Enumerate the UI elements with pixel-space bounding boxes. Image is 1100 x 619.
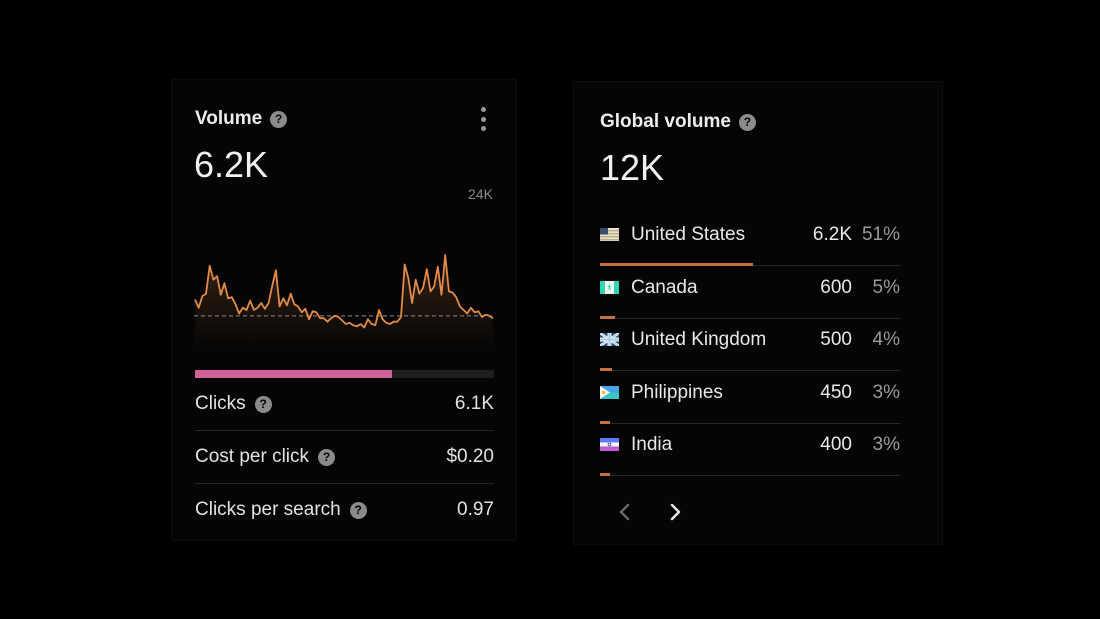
volume-card: Volume ? 6.2K 24K Clicks ? 6.1K Cost per… bbox=[172, 80, 516, 540]
help-icon[interactable]: ? bbox=[738, 113, 756, 131]
next-page-button[interactable] bbox=[660, 497, 690, 527]
gb-flag-icon bbox=[600, 333, 619, 346]
metric-value: 6.1K bbox=[454, 393, 494, 414]
in-flag-icon bbox=[600, 438, 619, 451]
clicks-share-fill bbox=[195, 370, 393, 378]
country-volume: 6.2K bbox=[812, 224, 852, 245]
metric-value: $0.20 bbox=[446, 446, 494, 467]
help-icon[interactable]: ? bbox=[318, 448, 336, 466]
metric-row-clicks: Clicks ? 6.1K bbox=[195, 378, 494, 431]
chart-y-max-label: 24K bbox=[468, 186, 493, 202]
volume-title: Volume bbox=[195, 108, 263, 129]
country-name: Canada bbox=[631, 277, 698, 298]
volume-title-row: Volume ? bbox=[195, 108, 288, 130]
help-icon[interactable]: ? bbox=[349, 501, 367, 519]
country-name: United Kingdom bbox=[631, 329, 767, 350]
country-volume: 600 bbox=[820, 277, 852, 298]
country-percent: 5% bbox=[872, 277, 900, 298]
global-volume-card: Global volume ? 12K United States 6.2K 5… bbox=[574, 82, 942, 544]
global-volume-value: 12K bbox=[600, 147, 665, 188]
country-percent: 51% bbox=[861, 224, 900, 245]
metric-row-cost-per-click: Cost per click ? $0.20 bbox=[195, 431, 494, 484]
chevron-right-icon bbox=[670, 503, 681, 521]
ph-flag-icon bbox=[600, 386, 619, 399]
country-row-philippines[interactable]: Philippines 450 3% bbox=[600, 371, 900, 424]
trend-area bbox=[195, 255, 493, 352]
country-row-united-states[interactable]: United States 6.2K 51% bbox=[600, 213, 900, 266]
country-name: United States bbox=[631, 224, 746, 245]
us-flag-icon bbox=[600, 228, 619, 241]
help-icon[interactable]: ? bbox=[270, 110, 288, 128]
country-row-india[interactable]: India 400 3% bbox=[600, 423, 900, 476]
global-volume-title: Global volume bbox=[600, 111, 731, 132]
more-options-icon[interactable] bbox=[479, 107, 487, 131]
country-row-united-kingdom[interactable]: United Kingdom 500 4% bbox=[600, 318, 900, 371]
country-percent: 4% bbox=[872, 329, 900, 350]
metric-value: 0.97 bbox=[457, 499, 494, 520]
metric-label: Cost per click bbox=[195, 446, 310, 467]
country-name: Philippines bbox=[631, 382, 723, 403]
prev-page-button[interactable] bbox=[610, 497, 640, 527]
country-percent: 3% bbox=[872, 434, 900, 455]
metric-row-clicks-per-search: Clicks per search ? 0.97 bbox=[195, 484, 494, 536]
volume-trend-chart bbox=[194, 254, 494, 352]
country-name: India bbox=[631, 434, 673, 455]
country-row-canada[interactable]: Canada 600 5% bbox=[600, 266, 900, 319]
volume-value: 6.2K bbox=[194, 144, 269, 185]
country-volume: 450 bbox=[820, 382, 852, 403]
metric-label: Clicks per search bbox=[195, 499, 341, 520]
clicks-share-bar bbox=[195, 370, 494, 378]
help-icon[interactable]: ? bbox=[254, 395, 272, 413]
ca-flag-icon bbox=[600, 281, 619, 294]
country-share-bar bbox=[600, 473, 610, 476]
global-title-row: Global volume ? bbox=[600, 111, 756, 133]
metric-label: Clicks bbox=[195, 393, 246, 414]
country-volume: 500 bbox=[820, 329, 852, 350]
country-volume: 400 bbox=[820, 434, 852, 455]
country-percent: 3% bbox=[872, 382, 900, 403]
chevron-left-icon bbox=[619, 503, 630, 521]
